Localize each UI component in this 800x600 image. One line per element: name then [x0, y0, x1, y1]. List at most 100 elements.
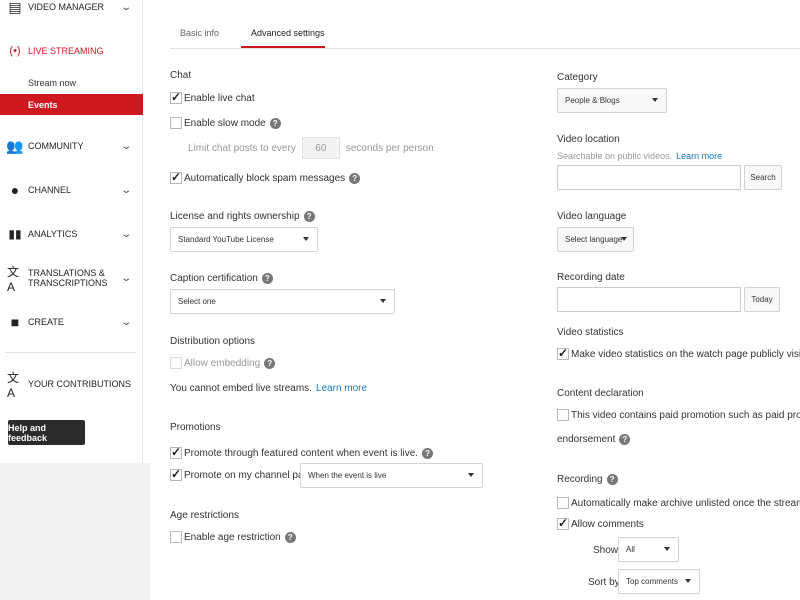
caret-down-icon [468, 473, 474, 477]
enable-live-chat-label: Enable live chat [184, 92, 255, 104]
content-row[interactable]: This video contains paid promotion such … [557, 407, 800, 423]
nav-create[interactable]: ■ CREATE ⌄ [0, 311, 143, 333]
language-title: Video language [557, 211, 627, 222]
help-question-icon[interactable]: ? [619, 433, 631, 445]
help-question-icon[interactable]: ? [261, 272, 273, 284]
promote-channel-row[interactable]: Promote on my channel page [170, 467, 315, 483]
sort-select-value: Top comments [626, 577, 679, 586]
help-question-icon[interactable]: ? [264, 357, 276, 369]
nav-channel-label: CHANNEL [28, 185, 72, 195]
enable-slow-mode-row[interactable]: Enable slow mode ? [170, 115, 281, 131]
help-feedback-button[interactable]: Help and feedback [8, 420, 85, 445]
nav-video-manager[interactable]: ▤ VIDEO MANAGER ⌄ [0, 0, 143, 18]
tab-basic-info[interactable]: Basic info [180, 22, 219, 48]
enable-slow-mode-label: Enable slow mode [184, 117, 266, 129]
location-learn-more-link[interactable]: Learn more [676, 151, 722, 161]
promote-featured-checkbox[interactable] [170, 445, 182, 459]
license-select[interactable]: Standard YouTube License [170, 227, 318, 252]
caption-select[interactable]: Select one [170, 289, 395, 314]
help-question-icon[interactable]: ? [269, 117, 281, 129]
promote-channel-select-value: When the event is live [308, 471, 387, 480]
stats-checkbox[interactable] [557, 346, 569, 360]
nav-analytics[interactable]: ▮▮ ANALYTICS ⌄ [0, 223, 143, 245]
location-note-row: Searchable on public videos. Learn more [557, 148, 722, 164]
nav-translations-label: TRANSLATIONS & TRANSCRIPTIONS [28, 268, 108, 288]
help-question-icon[interactable]: ? [349, 172, 361, 184]
enable-live-chat-row[interactable]: Enable live chat [170, 90, 255, 106]
nav-analytics-label: ANALYTICS [28, 229, 78, 239]
nav-events[interactable]: Events [0, 94, 143, 115]
allow-embedding-label: Allow embedding [184, 357, 261, 369]
today-button[interactable]: Today [744, 287, 780, 312]
block-spam-label: Automatically block spam messages [184, 172, 346, 184]
video-manager-icon: ▤ [8, 0, 22, 15]
stats-title: Video statistics [557, 327, 624, 338]
archive-row[interactable]: Automatically make archive unlisted once… [557, 495, 800, 511]
help-question-icon[interactable]: ? [303, 210, 315, 222]
sort-label: Sort by [588, 576, 620, 588]
chevron-down-icon: ⌄ [120, 1, 133, 13]
content-label: This video contains paid promotion such … [571, 409, 800, 421]
promote-channel-checkbox[interactable] [170, 467, 182, 481]
allow-comments-row[interactable]: Allow comments [557, 516, 644, 532]
archive-checkbox[interactable] [557, 497, 569, 509]
limit-chat-input[interactable]: 60 [301, 137, 340, 159]
tab-advanced-settings[interactable]: Advanced settings [241, 22, 325, 48]
archive-label: Automatically make archive unlisted once… [571, 497, 800, 509]
enable-slow-mode-checkbox[interactable] [170, 117, 182, 129]
enable-live-chat-checkbox[interactable] [170, 90, 182, 104]
recording-date-title: Recording date [557, 272, 625, 283]
caret-down-icon [652, 98, 658, 102]
block-spam-row[interactable]: Automatically block spam messages ? [170, 170, 361, 186]
nav-create-label: CREATE [28, 317, 64, 327]
enable-age-checkbox[interactable] [170, 531, 182, 543]
allow-embedding-checkbox [170, 357, 182, 369]
license-title-row: License and rights ownership ? [170, 208, 315, 224]
category-select[interactable]: People & Blogs [557, 88, 667, 113]
language-select[interactable]: Select language [557, 227, 634, 252]
nav-live-streaming[interactable]: (•) LIVE STREAMING [0, 40, 143, 62]
help-question-icon[interactable]: ? [422, 447, 434, 459]
tab-underline [170, 48, 800, 49]
nav-channel[interactable]: ● CHANNEL ⌄ [0, 179, 143, 201]
nav-live-streaming-label: LIVE STREAMING [28, 46, 104, 56]
caption-select-value: Select one [178, 297, 216, 306]
nav-your-contributions-label: YOUR CONTRIBUTIONS [28, 379, 132, 389]
embed-note: You cannot embed live streams. [170, 382, 312, 394]
show-select-value: All [626, 545, 635, 554]
sort-select[interactable]: Top comments [618, 569, 700, 594]
nav-stream-now[interactable]: Stream now [0, 72, 143, 93]
promote-channel-select[interactable]: When the event is live [300, 463, 483, 488]
allow-comments-checkbox[interactable] [557, 516, 569, 530]
age-title: Age restrictions [170, 510, 239, 521]
embed-note-row: You cannot embed live streams. Learn mor… [170, 380, 367, 396]
help-question-icon[interactable]: ? [284, 531, 296, 543]
promote-featured-row[interactable]: Promote through featured content when ev… [170, 445, 434, 461]
block-spam-checkbox[interactable] [170, 170, 182, 184]
stats-label: Make video statistics on the watch page … [571, 348, 800, 360]
recording-date-input[interactable] [557, 287, 741, 312]
promotions-title: Promotions [170, 422, 221, 433]
chevron-down-icon: ⌄ [120, 184, 133, 196]
license-select-value: Standard YouTube License [178, 235, 274, 244]
show-label: Show [593, 544, 619, 556]
help-question-icon[interactable]: ? [606, 473, 618, 485]
enable-age-row[interactable]: Enable age restriction ? [170, 529, 296, 545]
translate-icon: 文A [7, 264, 20, 294]
content-checkbox[interactable] [557, 409, 569, 421]
nav-your-contributions[interactable]: 文A YOUR CONTRIBUTIONS [0, 371, 143, 400]
promote-channel-label: Promote on my channel page [184, 469, 315, 481]
chat-title: Chat [170, 70, 192, 81]
location-input[interactable] [557, 165, 741, 190]
limit-chat-prefix: Limit chat posts to every [188, 142, 296, 154]
stats-row[interactable]: Make video statistics on the watch page … [557, 346, 800, 362]
show-select[interactable]: All [618, 537, 679, 562]
location-title: Video location [557, 134, 620, 145]
nav-translations[interactable]: 文A TRANSLATIONS & TRANSCRIPTIONS ⌄ [0, 264, 143, 294]
caption-title: Caption certification [170, 272, 258, 284]
nav-community[interactable]: 👥 COMMUNITY ⌄ [0, 135, 143, 157]
channel-account-icon: ● [10, 182, 20, 198]
sidebar-divider [5, 352, 136, 353]
search-button[interactable]: Search [744, 165, 782, 190]
embed-learn-more-link[interactable]: Learn more [316, 383, 367, 394]
